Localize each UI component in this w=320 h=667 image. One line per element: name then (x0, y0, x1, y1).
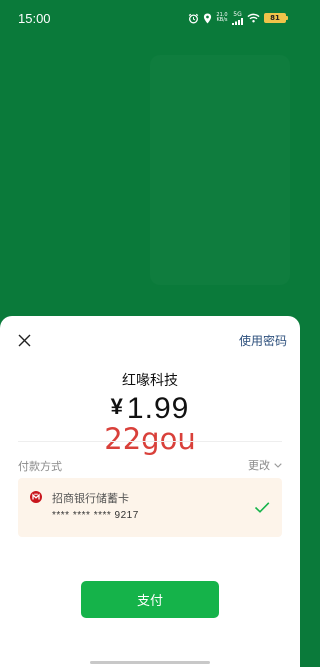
payment-method-label: 付款方式 (18, 460, 62, 473)
change-payment-button[interactable]: 更改 (248, 457, 282, 473)
status-time: 15:00 (18, 10, 51, 26)
location-icon (203, 13, 212, 23)
change-label: 更改 (248, 459, 270, 472)
selected-card-option[interactable]: 招商银行储蓄卡 **** **** **** 9217 (18, 478, 282, 537)
net-speed: 21.0 KB/s (216, 13, 228, 23)
pay-button[interactable]: 支付 (81, 581, 219, 618)
card-number: **** **** **** 9217 (52, 510, 139, 521)
amount-value: 1.99 (126, 392, 190, 425)
status-bar: 15:00 21.0 KB/s 5G 81 (0, 0, 300, 36)
use-password-link[interactable]: 使用密码 (239, 332, 287, 349)
wifi-icon (247, 13, 260, 23)
bank-name: 招商银行储蓄卡 (52, 492, 129, 505)
watermark-text: 22gou (104, 422, 196, 456)
status-icons: 21.0 KB/s 5G 81 (188, 11, 288, 25)
battery-icon: 81 (264, 13, 288, 23)
net-speed-unit: KB/s (216, 17, 228, 23)
payment-sheet: 使用密码 红喙科技 ¥1.99 22gou 付款方式 更改 招商银行储蓄卡 **… (0, 316, 300, 667)
home-indicator[interactable] (90, 661, 210, 664)
payment-amount: ¥1.99 (0, 392, 300, 426)
divider (18, 441, 282, 442)
network-indicator: 5G (232, 11, 243, 25)
alarm-icon (188, 13, 199, 23)
signal-icon (232, 17, 243, 25)
bank-logo-icon (30, 491, 42, 503)
check-icon (254, 502, 270, 513)
merchant-name: 红喙科技 (122, 373, 178, 389)
close-button[interactable] (12, 328, 36, 352)
background-decoration (150, 55, 290, 285)
chevron-down-icon (274, 462, 282, 468)
close-icon (18, 334, 30, 346)
currency-symbol: ¥ (110, 394, 123, 419)
battery-level: 81 (270, 14, 280, 22)
